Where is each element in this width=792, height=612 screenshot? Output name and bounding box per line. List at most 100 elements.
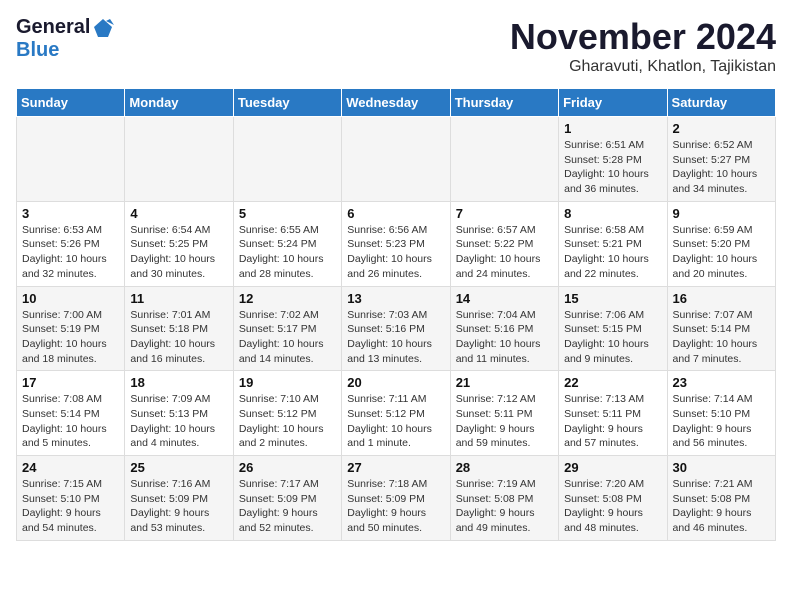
day-number: 23 (673, 375, 770, 390)
calendar-cell (450, 117, 558, 202)
cell-info: Sunrise: 7:21 AMSunset: 5:08 PMDaylight:… (673, 477, 770, 536)
header-day-friday: Friday (559, 89, 667, 117)
calendar-cell: 2Sunrise: 6:52 AMSunset: 5:27 PMDaylight… (667, 117, 775, 202)
day-number: 13 (347, 291, 444, 306)
calendar-header-row: SundayMondayTuesdayWednesdayThursdayFrid… (17, 89, 776, 117)
calendar-cell: 5Sunrise: 6:55 AMSunset: 5:24 PMDaylight… (233, 201, 341, 286)
calendar-cell: 27 Sunrise: 7:18 AMSunset: 5:09 PMDayligh… (342, 456, 450, 541)
calendar-cell: 30 Sunrise: 7:21 AMSunset: 5:08 PMDayligh… (667, 456, 775, 541)
cell-info: Sunrise: 7:18 AMSunset: 5:09 PMDaylight:… (347, 477, 444, 536)
cell-info: Sunrise: 7:06 AMSunset: 5:15 PMDaylight:… (564, 308, 661, 367)
calendar-cell: 25 Sunrise: 7:16 AMSunset: 5:09 PMDayligh… (125, 456, 233, 541)
cell-info: Sunrise: 7:12 AMSunset: 5:11 PMDaylight:… (456, 392, 553, 451)
location-title: Gharavuti, Khatlon, Tajikistan (510, 58, 776, 76)
calendar-cell: 10 Sunrise: 7:00 AMSunset: 5:19 PMDayligh… (17, 286, 125, 371)
cell-info: Sunrise: 7:14 AMSunset: 5:10 PMDaylight:… (673, 392, 770, 451)
day-number: 25 (130, 460, 227, 475)
day-number: 20 (347, 375, 444, 390)
day-number: 26 (239, 460, 336, 475)
day-number: 9 (673, 206, 770, 221)
calendar-week-row: 1 Sunrise: 6:51 AMSunset: 5:28 PMDaylight… (17, 117, 776, 202)
cell-info: Sunrise: 6:56 AMSunset: 5:23 PMDaylight:… (347, 223, 444, 282)
cell-info: Sunrise: 7:13 AMSunset: 5:11 PMDaylight:… (564, 392, 661, 451)
day-number: 17 (22, 375, 119, 390)
cell-info: Sunrise: 7:10 AMSunset: 5:12 PMDaylight:… (239, 392, 336, 451)
header-day-monday: Monday (125, 89, 233, 117)
calendar-cell: 7 Sunrise: 6:57 AMSunset: 5:22 PMDaylight… (450, 201, 558, 286)
cell-info: Sunrise: 7:02 AMSunset: 5:17 PMDaylight:… (239, 308, 336, 367)
cell-info: Sunrise: 7:07 AMSunset: 5:14 PMDaylight:… (673, 308, 770, 367)
calendar-cell: 13 Sunrise: 7:03 AMSunset: 5:16 PMDayligh… (342, 286, 450, 371)
calendar-cell: 19 Sunrise: 7:10 AMSunset: 5:12 PMDayligh… (233, 371, 341, 456)
day-number: 4 (130, 206, 227, 221)
calendar-cell (342, 117, 450, 202)
day-number: 24 (22, 460, 119, 475)
logo-blue-text: Blue (16, 39, 59, 62)
day-number: 2 (673, 121, 770, 136)
calendar-cell: 28 Sunrise: 7:19 AMSunset: 5:08 PMDayligh… (450, 456, 558, 541)
calendar-cell: 22 Sunrise: 7:13 AMSunset: 5:11 PMDayligh… (559, 371, 667, 456)
day-number: 8 (564, 206, 661, 221)
cell-info: Sunrise: 6:59 AMSunset: 5:20 PMDaylight:… (673, 223, 770, 282)
calendar-cell: 26 Sunrise: 7:17 AMSunset: 5:09 PMDayligh… (233, 456, 341, 541)
day-number: 22 (564, 375, 661, 390)
cell-info: Sunrise: 6:57 AMSunset: 5:22 PMDaylight:… (456, 223, 553, 282)
logo-bird-icon (92, 17, 114, 39)
calendar-cell: 11Sunrise: 7:01 AMSunset: 5:18 PMDayligh… (125, 286, 233, 371)
cell-info: Sunrise: 7:17 AMSunset: 5:09 PMDaylight:… (239, 477, 336, 536)
day-number: 28 (456, 460, 553, 475)
day-number: 30 (673, 460, 770, 475)
cell-info: Sunrise: 7:19 AMSunset: 5:08 PMDaylight:… (456, 477, 553, 536)
header-day-tuesday: Tuesday (233, 89, 341, 117)
day-number: 29 (564, 460, 661, 475)
cell-info: Sunrise: 6:58 AMSunset: 5:21 PMDaylight:… (564, 223, 661, 282)
header-day-saturday: Saturday (667, 89, 775, 117)
calendar-cell (17, 117, 125, 202)
cell-info: Sunrise: 7:04 AMSunset: 5:16 PMDaylight:… (456, 308, 553, 367)
header-day-thursday: Thursday (450, 89, 558, 117)
day-number: 3 (22, 206, 119, 221)
cell-info: Sunrise: 6:51 AMSunset: 5:28 PMDaylight:… (564, 138, 661, 197)
calendar-cell: 15 Sunrise: 7:06 AMSunset: 5:15 PMDayligh… (559, 286, 667, 371)
day-number: 12 (239, 291, 336, 306)
calendar-week-row: 17 Sunrise: 7:08 AMSunset: 5:14 PMDayligh… (17, 371, 776, 456)
calendar-cell: 23 Sunrise: 7:14 AMSunset: 5:10 PMDayligh… (667, 371, 775, 456)
logo-line1: General (16, 16, 114, 39)
calendar-cell (125, 117, 233, 202)
calendar-cell: 9 Sunrise: 6:59 AMSunset: 5:20 PMDaylight… (667, 201, 775, 286)
cell-info: Sunrise: 7:08 AMSunset: 5:14 PMDaylight:… (22, 392, 119, 451)
cell-info: Sunrise: 7:16 AMSunset: 5:09 PMDaylight:… (130, 477, 227, 536)
cell-info: Sunrise: 7:09 AMSunset: 5:13 PMDaylight:… (130, 392, 227, 451)
day-number: 27 (347, 460, 444, 475)
calendar-week-row: 10 Sunrise: 7:00 AMSunset: 5:19 PMDayligh… (17, 286, 776, 371)
calendar-week-row: 24 Sunrise: 7:15 AMSunset: 5:10 PMDayligh… (17, 456, 776, 541)
logo: General Blue (16, 16, 114, 62)
calendar-cell: 17 Sunrise: 7:08 AMSunset: 5:14 PMDayligh… (17, 371, 125, 456)
calendar-cell: 18Sunrise: 7:09 AMSunset: 5:13 PMDayligh… (125, 371, 233, 456)
day-number: 15 (564, 291, 661, 306)
day-number: 1 (564, 121, 661, 136)
cell-info: Sunrise: 6:53 AMSunset: 5:26 PMDaylight:… (22, 223, 119, 282)
month-title: November 2024 (510, 16, 776, 58)
day-number: 7 (456, 206, 553, 221)
day-number: 19 (239, 375, 336, 390)
header-day-sunday: Sunday (17, 89, 125, 117)
cell-info: Sunrise: 7:03 AMSunset: 5:16 PMDaylight:… (347, 308, 444, 367)
cell-info: Sunrise: 7:00 AMSunset: 5:19 PMDaylight:… (22, 308, 119, 367)
day-number: 21 (456, 375, 553, 390)
day-number: 16 (673, 291, 770, 306)
calendar-cell: 20Sunrise: 7:11 AMSunset: 5:12 PMDayligh… (342, 371, 450, 456)
calendar-cell: 29Sunrise: 7:20 AMSunset: 5:08 PMDayligh… (559, 456, 667, 541)
header: General Blue November 2024 Gharavuti, Kh… (16, 16, 776, 76)
cell-info: Sunrise: 7:15 AMSunset: 5:10 PMDaylight:… (22, 477, 119, 536)
day-number: 10 (22, 291, 119, 306)
cell-info: Sunrise: 6:55 AMSunset: 5:24 PMDaylight:… (239, 223, 336, 282)
calendar-cell: 6Sunrise: 6:56 AMSunset: 5:23 PMDaylight… (342, 201, 450, 286)
title-area: November 2024 Gharavuti, Khatlon, Tajiki… (510, 16, 776, 76)
calendar-cell: 24 Sunrise: 7:15 AMSunset: 5:10 PMDayligh… (17, 456, 125, 541)
calendar-cell: 12 Sunrise: 7:02 AMSunset: 5:17 PMDayligh… (233, 286, 341, 371)
calendar-week-row: 3 Sunrise: 6:53 AMSunset: 5:26 PMDaylight… (17, 201, 776, 286)
header-day-wednesday: Wednesday (342, 89, 450, 117)
calendar-cell: 8 Sunrise: 6:58 AMSunset: 5:21 PMDaylight… (559, 201, 667, 286)
calendar-cell: 14Sunrise: 7:04 AMSunset: 5:16 PMDayligh… (450, 286, 558, 371)
